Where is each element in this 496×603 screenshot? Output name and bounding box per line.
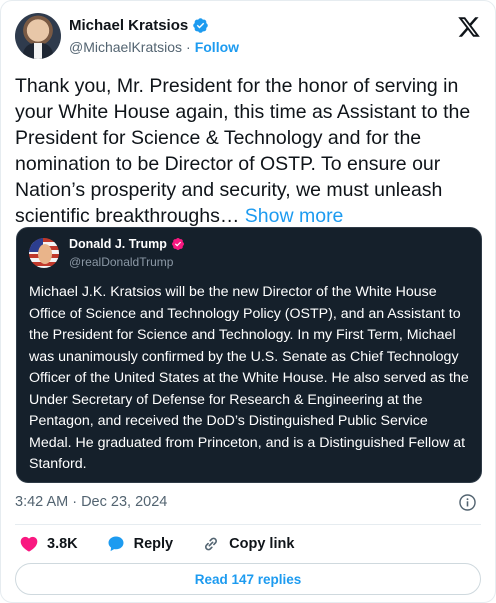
avatar-shirt: [34, 43, 42, 59]
quoted-author-handle: @realDonaldTrump: [69, 255, 174, 269]
tweet-card: Michael Kratsios @MichaelKratsios · Foll…: [0, 0, 496, 603]
tweet-text: Thank you, Mr. President for the honor o…: [15, 75, 471, 227]
author-avatar[interactable]: [15, 13, 61, 59]
likes-count: 3.8K: [47, 536, 78, 552]
read-replies-button[interactable]: Read 147 replies: [15, 563, 481, 595]
x-logo-icon[interactable]: [457, 15, 481, 39]
follow-button[interactable]: Follow: [195, 39, 239, 55]
reply-button[interactable]: Reply: [106, 534, 174, 554]
copy-link-button[interactable]: Copy link: [201, 534, 294, 554]
verified-badge-icon: [171, 238, 184, 250]
like-button[interactable]: 3.8K: [19, 534, 78, 554]
author-name-row: Michael Kratsios: [69, 17, 209, 34]
copy-link-label: Copy link: [229, 536, 295, 552]
divider: [15, 524, 481, 525]
speech-bubble-icon: [108, 536, 124, 552]
heart-icon: [20, 536, 38, 552]
separator-dot: ·: [186, 39, 191, 55]
quoted-author-name: Donald J. Trump: [69, 237, 167, 251]
tweet-body: Thank you, Mr. President for the honor o…: [15, 73, 485, 229]
info-icon[interactable]: [458, 493, 477, 512]
quoted-tweet[interactable]: Donald J. Trump @realDonaldTrump Michael…: [16, 227, 482, 483]
quoted-name-row: Donald J. Trump: [69, 237, 185, 251]
verified-badge-icon: [193, 18, 208, 33]
avatar-face: [38, 244, 52, 264]
tweet-timestamp[interactable]: 3:42 AM · Dec 23, 2024: [15, 494, 167, 510]
reply-label: Reply: [133, 536, 174, 552]
show-more-link[interactable]: Show more: [245, 205, 344, 227]
link-icon: [205, 537, 218, 551]
author-handle[interactable]: @MichaelKratsios: [69, 39, 182, 55]
tweet-header: Michael Kratsios @MichaelKratsios · Foll…: [15, 13, 481, 65]
quoted-tweet-text: Michael J.K. Kratsios will be the new Di…: [29, 284, 469, 472]
quoted-author-avatar: [29, 238, 59, 268]
author-name[interactable]: Michael Kratsios: [69, 17, 188, 34]
author-handle-row: @MichaelKratsios · Follow: [69, 39, 239, 55]
action-bar: 3.8K Reply Copy link: [19, 532, 322, 556]
